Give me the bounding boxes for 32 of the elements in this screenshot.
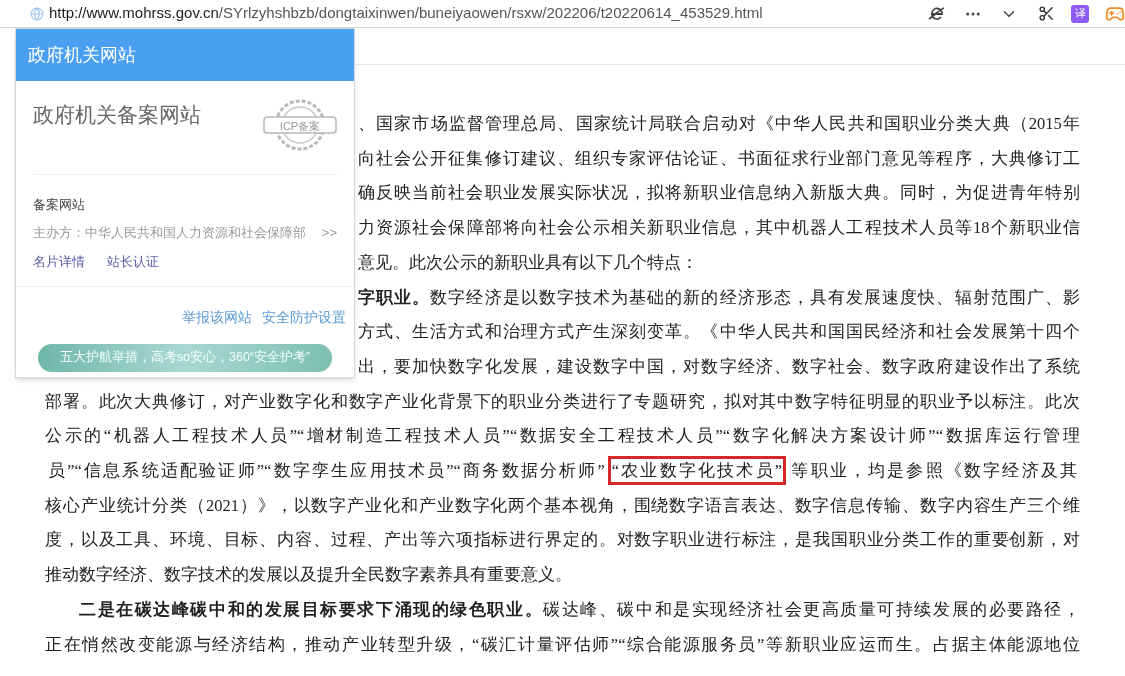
article-line: 向社会公开征集修订建议、组织专家评估论证、书面征求行业部门意见等程序，大典修订工 [358,147,1080,170]
url-field[interactable]: http://www.mohrss.gov.cn/SYrlzyhshbzb/dongtaixinwen/buneiyaowen/rsxw/202206/t20220614_453529.html [49,2,763,25]
more-link[interactable]: >> [321,222,337,242]
sponsor-text: 主办方：中华人民共和国人力资源和社会保障部 [33,223,306,242]
article-line: 力资源社会保障部将向社会公示相关新职业信息，其中机器人工程技术人员等18个新职业信 [358,217,1080,240]
article-line: 推动数字经济、数字技术的发展以及提升全民数字素养具有重要意义。 [45,565,572,585]
article-line: 、国家市场监督管理总局、国家统计局联合启动对《中华人民共和国职业分类大典（2015年 [358,113,1080,135]
article-line: 字职业。数字经济是以数字技术为基础的新的经济形态，具有发展速度快、辐射范围广、影 [358,286,1080,309]
article-text: 员”“信息系统适配验证师”“数字孪生应用技术员”“商务数据分析师” [47,460,606,483]
article-line: 正在悄然改变能源与经济结构，推动产业转型升级，“碳汇计量评估师”“综合能源服务员”等新职业应运而生。占据主体能源地位 [45,634,1080,654]
popup-action-link[interactable]: 安全防护设置 [262,306,346,328]
letter-e-icon[interactable] [928,4,946,23]
popup-link[interactable]: 名片详情 [33,252,85,272]
translate-button[interactable]: 译 [1071,4,1089,23]
highlighted-phrase: “农业数字化技术员” [607,456,787,486]
article-line: 度，以及工具、环境、目标、内容、过程、产出等六项指标进行界定的。对数字职业进行标注，是我国职业分类工作的重要创新，对 [45,530,1080,550]
globe-icon [30,6,44,21]
article-text: 等职业，均是参照《数字经济及其 [788,460,1078,483]
article-line: 部署。此次大典修订，对产业数字化和数字产业化背景下的职业分类进行了专题研究，拟对其中数字特征明显的职业予以标注。此次 [45,391,1080,411]
section-label: 备案网站 [33,196,86,214]
article-line: 出，要加快数字化发展，建设数字中国，对数字经济、数字社会、数字政府建设作出了系统 [358,355,1080,378]
article-line: 确反映当前社会职业发展实际状况，拟将新职业信息纳入新版大典。同时，为促进青年特别 [358,182,1080,205]
article-line: 核心产业统计分类（2021）》，以数字产业化和产业数字化两个基本视角，围绕数字语言表达、数字信息传输、数字内容生产三个维 [45,495,1080,515]
popup-title: 政府机关备案网站 [33,102,201,128]
article-line: 公示的“机器人工程技术人员”“增材制造工程技术人员”“数据安全工程技术人员”“数字化解决方案设计师”“数据库运行管理 [45,426,1080,446]
popup-link[interactable]: 站长认证 [107,252,159,272]
article-line: 方式、生活方式和治理方式产生深刻变革。《中华人民共和国国民经济和社会发展第十四个 [358,321,1080,344]
popup-action-link[interactable]: 举报该网站 [182,306,252,328]
popup-header: 政府机关网站 [16,29,354,81]
article-line: 二是在碳达峰碳中和的发展目标要求下涌现的绿色职业。碳达峰、碳中和是实现经济社会更高质量可持续发展的必要路径， [79,599,1080,619]
scissors-icon[interactable] [1038,5,1055,22]
article-line: 意见。此次公示的新职业具有以下几个特点： [358,251,699,274]
